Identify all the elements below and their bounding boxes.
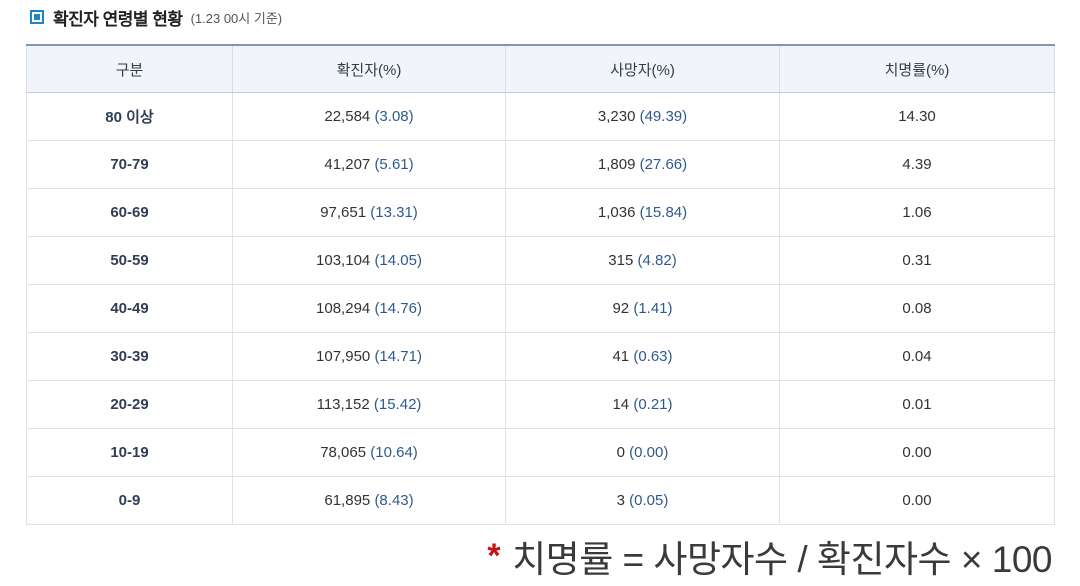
column-header-category: 구분	[26, 44, 233, 93]
confirmed-count: 108,294	[316, 300, 371, 317]
deaths-cell: 41 (0.63)	[505, 332, 780, 381]
deaths-percent: (0.21)	[633, 396, 673, 413]
age-group-cell: 10-19	[26, 428, 233, 477]
asterisk-marker: *	[487, 536, 501, 575]
deaths-cell: 1,036 (15.84)	[505, 188, 780, 237]
deaths-percent: (0.05)	[629, 492, 669, 509]
column-header-fatality: 치명률(%)	[779, 44, 1055, 93]
deaths-count: 315	[608, 252, 634, 269]
deaths-cell: 3 (0.05)	[505, 476, 780, 525]
confirmed-percent: (3.08)	[374, 108, 414, 125]
deaths-percent: (15.84)	[639, 204, 688, 221]
confirmed-percent: (13.31)	[370, 204, 418, 221]
deaths-percent: (0.63)	[633, 348, 673, 365]
deaths-count: 41	[612, 348, 630, 365]
confirmed-count: 78,065	[320, 444, 367, 461]
deaths-cell: 1,809 (27.66)	[505, 140, 780, 189]
age-group-cell: 20-29	[26, 380, 233, 429]
deaths-count: 3	[616, 492, 625, 509]
deaths-percent: (0.00)	[629, 444, 669, 461]
age-group-cell: 0-9	[26, 476, 233, 525]
age-group-cell: 80 이상	[26, 92, 233, 141]
confirmed-percent: (5.61)	[374, 156, 414, 173]
table-row: 0-9 61,895 (8.43) 3 (0.05) 0.00	[26, 476, 1055, 525]
deaths-cell: 315 (4.82)	[505, 236, 780, 285]
fatality-formula-note: * 치명률 = 사망자수 / 확진자수 × 100	[487, 531, 1052, 581]
confirmed-percent: (10.64)	[370, 444, 418, 461]
table-row: 70-79 41,207 (5.61) 1,809 (27.66) 4.39	[26, 140, 1055, 189]
age-group-cell: 50-59	[26, 236, 233, 285]
confirmed-percent: (14.71)	[374, 348, 422, 365]
section-title: 확진자 연령별 현황	[53, 9, 183, 29]
deaths-count: 1,036	[597, 204, 636, 221]
deaths-count: 0	[616, 444, 625, 461]
fatality-rate-cell: 0.01	[779, 380, 1055, 429]
section-header: 확진자 연령별 현황 (1.23 00시 기준)	[30, 5, 282, 29]
deaths-count: 1,809	[597, 156, 636, 173]
confirmed-percent: (15.42)	[373, 396, 422, 413]
deaths-count: 14	[612, 396, 630, 413]
fatality-rate-cell: 0.00	[779, 476, 1055, 525]
age-group-cell: 30-39	[26, 332, 233, 381]
fatality-rate-cell: 0.00	[779, 428, 1055, 477]
confirmed-cell: 22,584 (3.08)	[232, 92, 506, 141]
confirmed-cell: 113,152 (15.42)	[232, 380, 506, 429]
confirmed-percent: (8.43)	[374, 492, 414, 509]
confirmed-cell: 107,950 (14.71)	[232, 332, 506, 381]
confirmed-cell: 61,895 (8.43)	[232, 476, 506, 525]
confirmed-cell: 41,207 (5.61)	[232, 140, 506, 189]
column-header-deaths: 사망자(%)	[505, 44, 780, 93]
confirmed-count: 107,950	[316, 348, 371, 365]
fatality-rate-cell: 1.06	[779, 188, 1055, 237]
table-row: 10-19 78,065 (10.64) 0 (0.00) 0.00	[26, 428, 1055, 477]
deaths-percent: (1.41)	[633, 300, 673, 317]
column-header-confirmed: 확진자(%)	[232, 44, 506, 93]
table-row: 30-39 107,950 (14.71) 41 (0.63) 0.04	[26, 332, 1055, 381]
confirmed-percent: (14.76)	[374, 300, 422, 317]
confirmed-cell: 103,104 (14.05)	[232, 236, 506, 285]
deaths-count: 3,230	[597, 108, 636, 125]
table-header-row: 구분 확진자(%) 사망자(%) 치명률(%)	[26, 44, 1055, 93]
confirmed-count: 113,152	[316, 396, 370, 413]
confirmed-count: 22,584	[324, 108, 371, 125]
confirmed-count: 41,207	[324, 156, 371, 173]
fatality-rate-cell: 0.31	[779, 236, 1055, 285]
fatality-rate-cell: 14.30	[779, 92, 1055, 141]
table-row: 50-59 103,104 (14.05) 315 (4.82) 0.31	[26, 236, 1055, 285]
deaths-cell: 3,230 (49.39)	[505, 92, 780, 141]
deaths-percent: (27.66)	[639, 156, 688, 173]
deaths-cell: 14 (0.21)	[505, 380, 780, 429]
confirmed-count: 103,104	[316, 252, 371, 269]
fatality-rate-cell: 4.39	[779, 140, 1055, 189]
section-subtitle: (1.23 00시 기준)	[190, 10, 283, 26]
table-row: 80 이상 22,584 (3.08) 3,230 (49.39) 14.30	[26, 92, 1055, 141]
age-status-table: 구분 확진자(%) 사망자(%) 치명률(%) 80 이상 22,584 (3.0…	[26, 44, 1055, 525]
age-group-cell: 70-79	[26, 140, 233, 189]
confirmed-cell: 97,651 (13.31)	[232, 188, 506, 237]
age-group-cell: 40-49	[26, 284, 233, 333]
confirmed-count: 97,651	[320, 204, 367, 221]
table-row: 60-69 97,651 (13.31) 1,036 (15.84) 1.06	[26, 188, 1055, 237]
deaths-percent: (49.39)	[639, 108, 688, 125]
fatality-rate-cell: 0.04	[779, 332, 1055, 381]
deaths-count: 92	[612, 300, 630, 317]
confirmed-cell: 108,294 (14.76)	[232, 284, 506, 333]
confirmed-cell: 78,065 (10.64)	[232, 428, 506, 477]
table-row: 40-49 108,294 (14.76) 92 (1.41) 0.08	[26, 284, 1055, 333]
confirmed-count: 61,895	[324, 492, 371, 509]
age-group-cell: 60-69	[26, 188, 233, 237]
confirmed-percent: (14.05)	[374, 252, 422, 269]
table-body: 80 이상 22,584 (3.08) 3,230 (49.39) 14.30 70-7…	[26, 92, 1055, 525]
fatality-rate-cell: 0.08	[779, 284, 1055, 333]
deaths-cell: 0 (0.00)	[505, 428, 780, 477]
deaths-percent: (4.82)	[637, 252, 677, 269]
table-row: 20-29 113,152 (15.42) 14 (0.21) 0.01	[26, 380, 1055, 429]
square-bullet-icon	[30, 10, 44, 24]
formula-text: 치명률 = 사망자수 / 확진자수 × 100	[512, 539, 1052, 580]
deaths-cell: 92 (1.41)	[505, 284, 780, 333]
